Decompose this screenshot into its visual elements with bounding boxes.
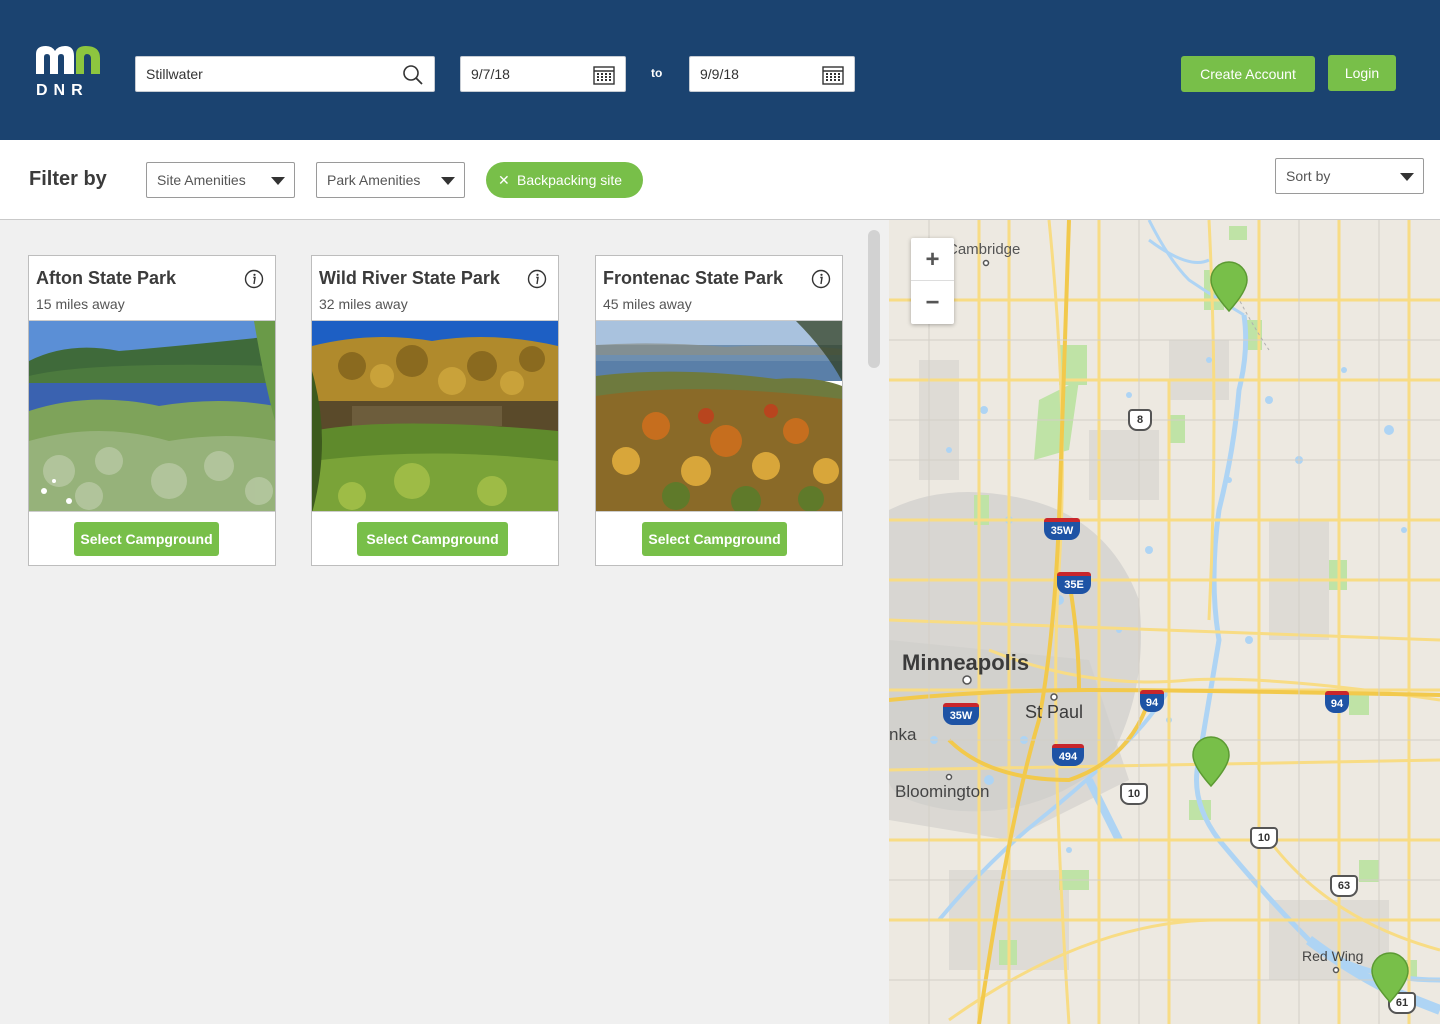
select-campground-button[interactable]: Select Campground bbox=[74, 522, 219, 556]
map-label-cambridge: Cambridge bbox=[947, 241, 1021, 258]
date-range-to-label: to bbox=[651, 66, 663, 80]
location-search-field[interactable] bbox=[135, 56, 435, 92]
park-distance: 32 miles away bbox=[319, 296, 408, 312]
end-date-field[interactable] bbox=[689, 56, 855, 92]
map-marker-pin[interactable] bbox=[1191, 736, 1231, 788]
park-card-wild-river: Wild River State Park 32 miles away Sele… bbox=[311, 255, 559, 566]
map[interactable]: Cambridge Minneapolis St Paul Bloomingto… bbox=[889, 220, 1440, 1024]
caret-down-icon bbox=[1400, 173, 1414, 181]
park-name[interactable]: Wild River State Park bbox=[319, 268, 500, 289]
info-icon[interactable] bbox=[527, 269, 547, 289]
header: DNR to bbox=[0, 0, 1440, 140]
info-icon[interactable] bbox=[244, 269, 264, 289]
map-marker-pin[interactable] bbox=[1209, 261, 1249, 313]
park-amenities-dropdown[interactable]: Park Amenities bbox=[316, 162, 465, 198]
map-label-bloomington: Bloomington bbox=[895, 782, 990, 801]
mn-logo-mark bbox=[36, 46, 100, 74]
login-button[interactable]: Login bbox=[1328, 55, 1396, 91]
sort-by-dropdown[interactable]: Sort by bbox=[1275, 158, 1424, 194]
park-name[interactable]: Afton State Park bbox=[36, 268, 176, 289]
interstate-35e-shield: 35E bbox=[1057, 572, 1091, 594]
map-label-st-paul: St Paul bbox=[1025, 702, 1084, 722]
interstate-35w-shield: 35W bbox=[1044, 518, 1080, 540]
zoom-out-button[interactable]: − bbox=[911, 281, 954, 324]
interstate-94-shield: 94 bbox=[1325, 691, 1349, 713]
backpacking-site-filter-chip[interactable]: ✕ Backpacking site bbox=[486, 162, 643, 198]
zoom-in-button[interactable]: + bbox=[911, 238, 954, 281]
close-icon[interactable]: ✕ bbox=[498, 162, 510, 198]
interstate-494-shield: 494 bbox=[1052, 744, 1084, 766]
interstate-94-shield: 94 bbox=[1140, 690, 1164, 712]
park-distance: 45 miles away bbox=[603, 296, 692, 312]
interstate-35w-shield: 35W bbox=[943, 703, 979, 725]
us-highway-10-shield: 10 bbox=[1250, 827, 1278, 849]
calendar-icon[interactable] bbox=[822, 64, 844, 86]
sort-by-label: Sort by bbox=[1286, 168, 1331, 184]
map-canvas[interactable] bbox=[889, 220, 1440, 1024]
results-panel: Afton State Park 15 miles away Select Ca… bbox=[0, 220, 889, 1024]
chip-label: Backpacking site bbox=[517, 172, 623, 188]
map-label-minneapolis: Minneapolis bbox=[902, 650, 1030, 675]
park-distance: 15 miles away bbox=[36, 296, 125, 312]
caret-down-icon bbox=[441, 177, 455, 185]
us-highway-63-shield: 63 bbox=[1330, 875, 1358, 897]
filter-bar: Filter by Site Amenities Park Amenities … bbox=[0, 140, 1440, 220]
caret-down-icon bbox=[271, 177, 285, 185]
map-label-partial-town: nka bbox=[889, 725, 917, 744]
calendar-icon[interactable] bbox=[593, 64, 615, 86]
search-icon[interactable] bbox=[402, 64, 424, 86]
select-campground-button[interactable]: Select Campground bbox=[357, 522, 508, 556]
info-icon[interactable] bbox=[811, 269, 831, 289]
site-amenities-dropdown[interactable]: Site Amenities bbox=[146, 162, 295, 198]
map-zoom-control: + − bbox=[911, 238, 954, 324]
start-date-field[interactable] bbox=[460, 56, 626, 92]
results-scrollbar[interactable] bbox=[868, 230, 880, 368]
park-card-afton: Afton State Park 15 miles away Select Ca… bbox=[28, 255, 276, 566]
park-card-frontenac: Frontenac State Park 45 miles away Selec… bbox=[595, 255, 843, 566]
park-photo bbox=[29, 320, 275, 512]
select-campground-button[interactable]: Select Campground bbox=[642, 522, 787, 556]
dnr-logo[interactable]: DNR bbox=[34, 44, 106, 102]
park-photo bbox=[596, 320, 842, 512]
us-highway-10-shield: 10 bbox=[1120, 783, 1148, 805]
map-label-red-wing: Red Wing bbox=[1302, 948, 1364, 964]
park-photo bbox=[312, 320, 558, 512]
park-name[interactable]: Frontenac State Park bbox=[603, 268, 783, 289]
location-search-input[interactable] bbox=[136, 57, 434, 91]
logo-dnr-text: DNR bbox=[36, 82, 89, 99]
park-amenities-label: Park Amenities bbox=[327, 172, 421, 188]
us-highway-8-shield: 8 bbox=[1128, 409, 1152, 431]
filter-by-label: Filter by bbox=[29, 168, 107, 190]
create-account-button[interactable]: Create Account bbox=[1181, 56, 1315, 92]
map-marker-pin[interactable] bbox=[1370, 952, 1410, 1004]
site-amenities-label: Site Amenities bbox=[157, 172, 246, 188]
